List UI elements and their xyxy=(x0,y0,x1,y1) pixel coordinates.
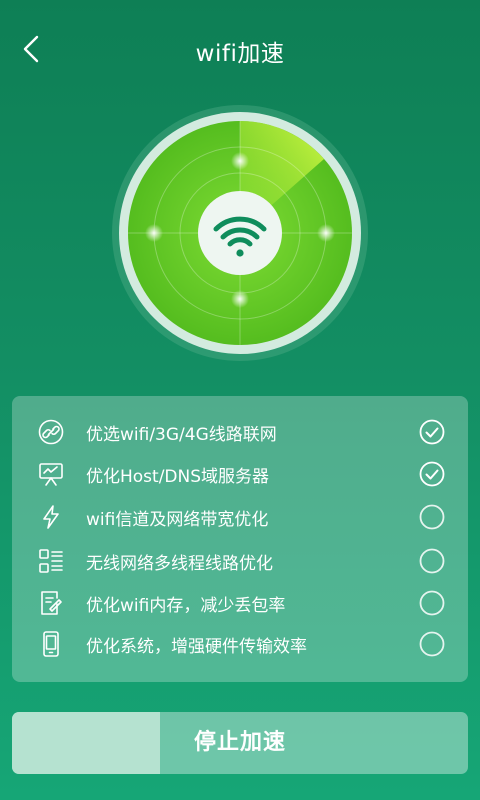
radar-blip xyxy=(231,152,249,170)
radar-center xyxy=(198,191,282,275)
check-circle-icon xyxy=(419,419,445,445)
page-title: wifi加速 xyxy=(195,41,285,67)
pending-circle-icon xyxy=(419,631,445,657)
task-label: 优化系统，增强硬件传输效率 xyxy=(86,636,307,657)
stop-acceleration-button[interactable]: 停止加速 xyxy=(12,712,468,774)
task-item: 优化wifi内存，减少丢包率 xyxy=(12,584,468,622)
radar-blip xyxy=(231,290,249,308)
task-label: 优选wifi/3G/4G线路联网 xyxy=(86,424,277,445)
pending-circle-icon xyxy=(419,548,445,574)
task-label: 无线网络多线程线路优化 xyxy=(86,553,273,574)
link-icon xyxy=(38,419,64,445)
task-item: wifi信道及网络带宽优化 xyxy=(12,498,468,536)
task-label: 优化Host/DNS域服务器 xyxy=(86,466,270,487)
radar-blip xyxy=(145,224,163,242)
server-icon xyxy=(39,463,63,486)
phone-icon xyxy=(43,631,59,657)
header: wifi加速 xyxy=(0,0,480,100)
stop-acceleration-label: 停止加速 xyxy=(193,730,286,755)
task-item: 优化Host/DNS域服务器 xyxy=(12,455,468,493)
task-list: 优选wifi/3G/4G线路联网 优化Host/DNS域服务器 wifi信道及网… xyxy=(12,396,468,682)
task-label: wifi信道及网络带宽优化 xyxy=(86,509,269,530)
list-icon xyxy=(39,549,63,573)
lightning-icon xyxy=(43,505,59,529)
check-circle-icon xyxy=(419,461,445,487)
task-label: 优化wifi内存，减少丢包率 xyxy=(86,595,286,616)
radar-blip xyxy=(317,224,335,242)
document-icon xyxy=(41,591,62,615)
radar-scanner xyxy=(110,103,370,363)
task-item: 无线网络多线程线路优化 xyxy=(12,542,468,580)
task-item: 优化系统，增强硬件传输效率 xyxy=(12,625,468,663)
pending-circle-icon xyxy=(419,504,445,530)
pending-circle-icon xyxy=(419,590,445,616)
task-item: 优选wifi/3G/4G线路联网 xyxy=(12,413,468,451)
